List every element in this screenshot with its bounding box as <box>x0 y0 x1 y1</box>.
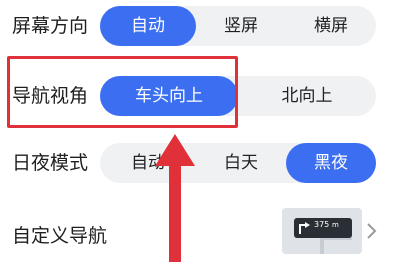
nav-view-option-north-up[interactable]: 北向上 <box>238 76 376 116</box>
red-arrow-annotation <box>155 134 195 262</box>
day-night-option-night[interactable]: 黑夜 <box>286 143 376 183</box>
screen-orientation-segmented-control: 自动 竖屏 横屏 <box>100 6 376 46</box>
chevron-right-icon[interactable] <box>366 222 378 240</box>
day-night-segmented-control: 自动 白天 黑夜 <box>100 143 376 183</box>
custom-nav-preview[interactable]: 375 m <box>282 208 362 254</box>
preview-distance: 375 <box>314 220 330 229</box>
screen-orientation-option-portrait[interactable]: 竖屏 <box>196 6 286 46</box>
screen-orientation-label: 屏幕方向 <box>12 15 89 37</box>
preview-map <box>282 208 362 254</box>
highlight-box <box>7 56 238 128</box>
custom-nav-label[interactable]: 自定义导航 <box>12 224 107 248</box>
day-night-option-day[interactable]: 白天 <box>196 143 286 183</box>
screen-orientation-option-auto[interactable]: 自动 <box>100 6 196 46</box>
screen-orientation-option-landscape[interactable]: 横屏 <box>286 6 376 46</box>
day-night-label: 日夜模式 <box>12 152 89 174</box>
preview-unit: m <box>332 221 339 229</box>
